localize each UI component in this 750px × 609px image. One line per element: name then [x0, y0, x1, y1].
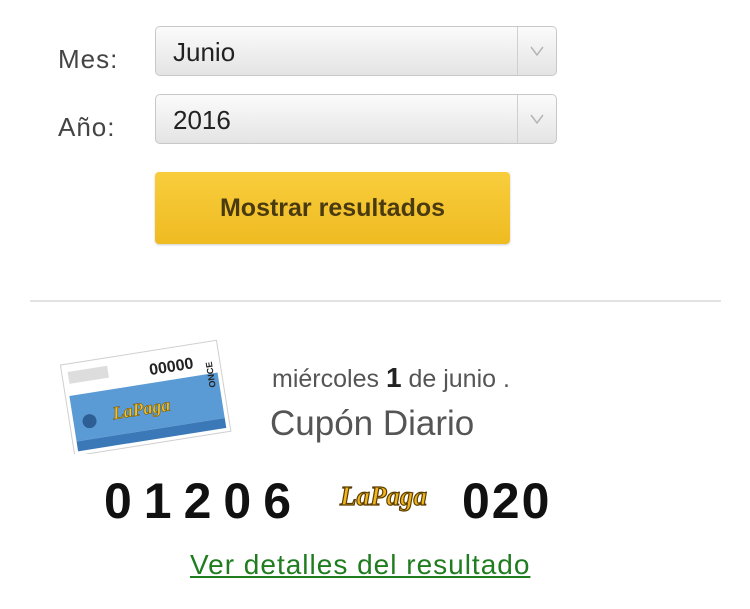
lapaga-logo: LaPaga — [336, 476, 454, 518]
year-select[interactable]: 2016 — [155, 94, 557, 144]
chevron-down-icon[interactable] — [517, 95, 556, 143]
month-select[interactable]: Junio — [155, 26, 557, 76]
month-select-value: Junio — [173, 37, 236, 67]
divider — [30, 300, 721, 302]
draw-name: Cupón Diario — [270, 404, 475, 443]
day-number: 1 — [385, 362, 402, 393]
show-results-button[interactable]: Mostrar resultados — [155, 172, 510, 244]
series-number: 020 — [462, 473, 552, 529]
month-text: de junio . — [408, 365, 510, 393]
logo-text: LaPaga — [339, 481, 427, 511]
draw-date: miércoles 1 de junio . — [272, 362, 510, 394]
ticket-image: 00000 ONCE LaPaga — [58, 334, 233, 457]
year-label: Año: — [58, 112, 116, 142]
chevron-down-icon[interactable] — [517, 27, 556, 75]
winning-number: 01206 — [104, 473, 304, 529]
year-select-value: 2016 — [173, 105, 231, 135]
month-label: Mes: — [58, 44, 119, 74]
result-details-link[interactable]: Ver detalles del resultado — [190, 549, 530, 581]
weekday: miércoles — [272, 365, 379, 393]
